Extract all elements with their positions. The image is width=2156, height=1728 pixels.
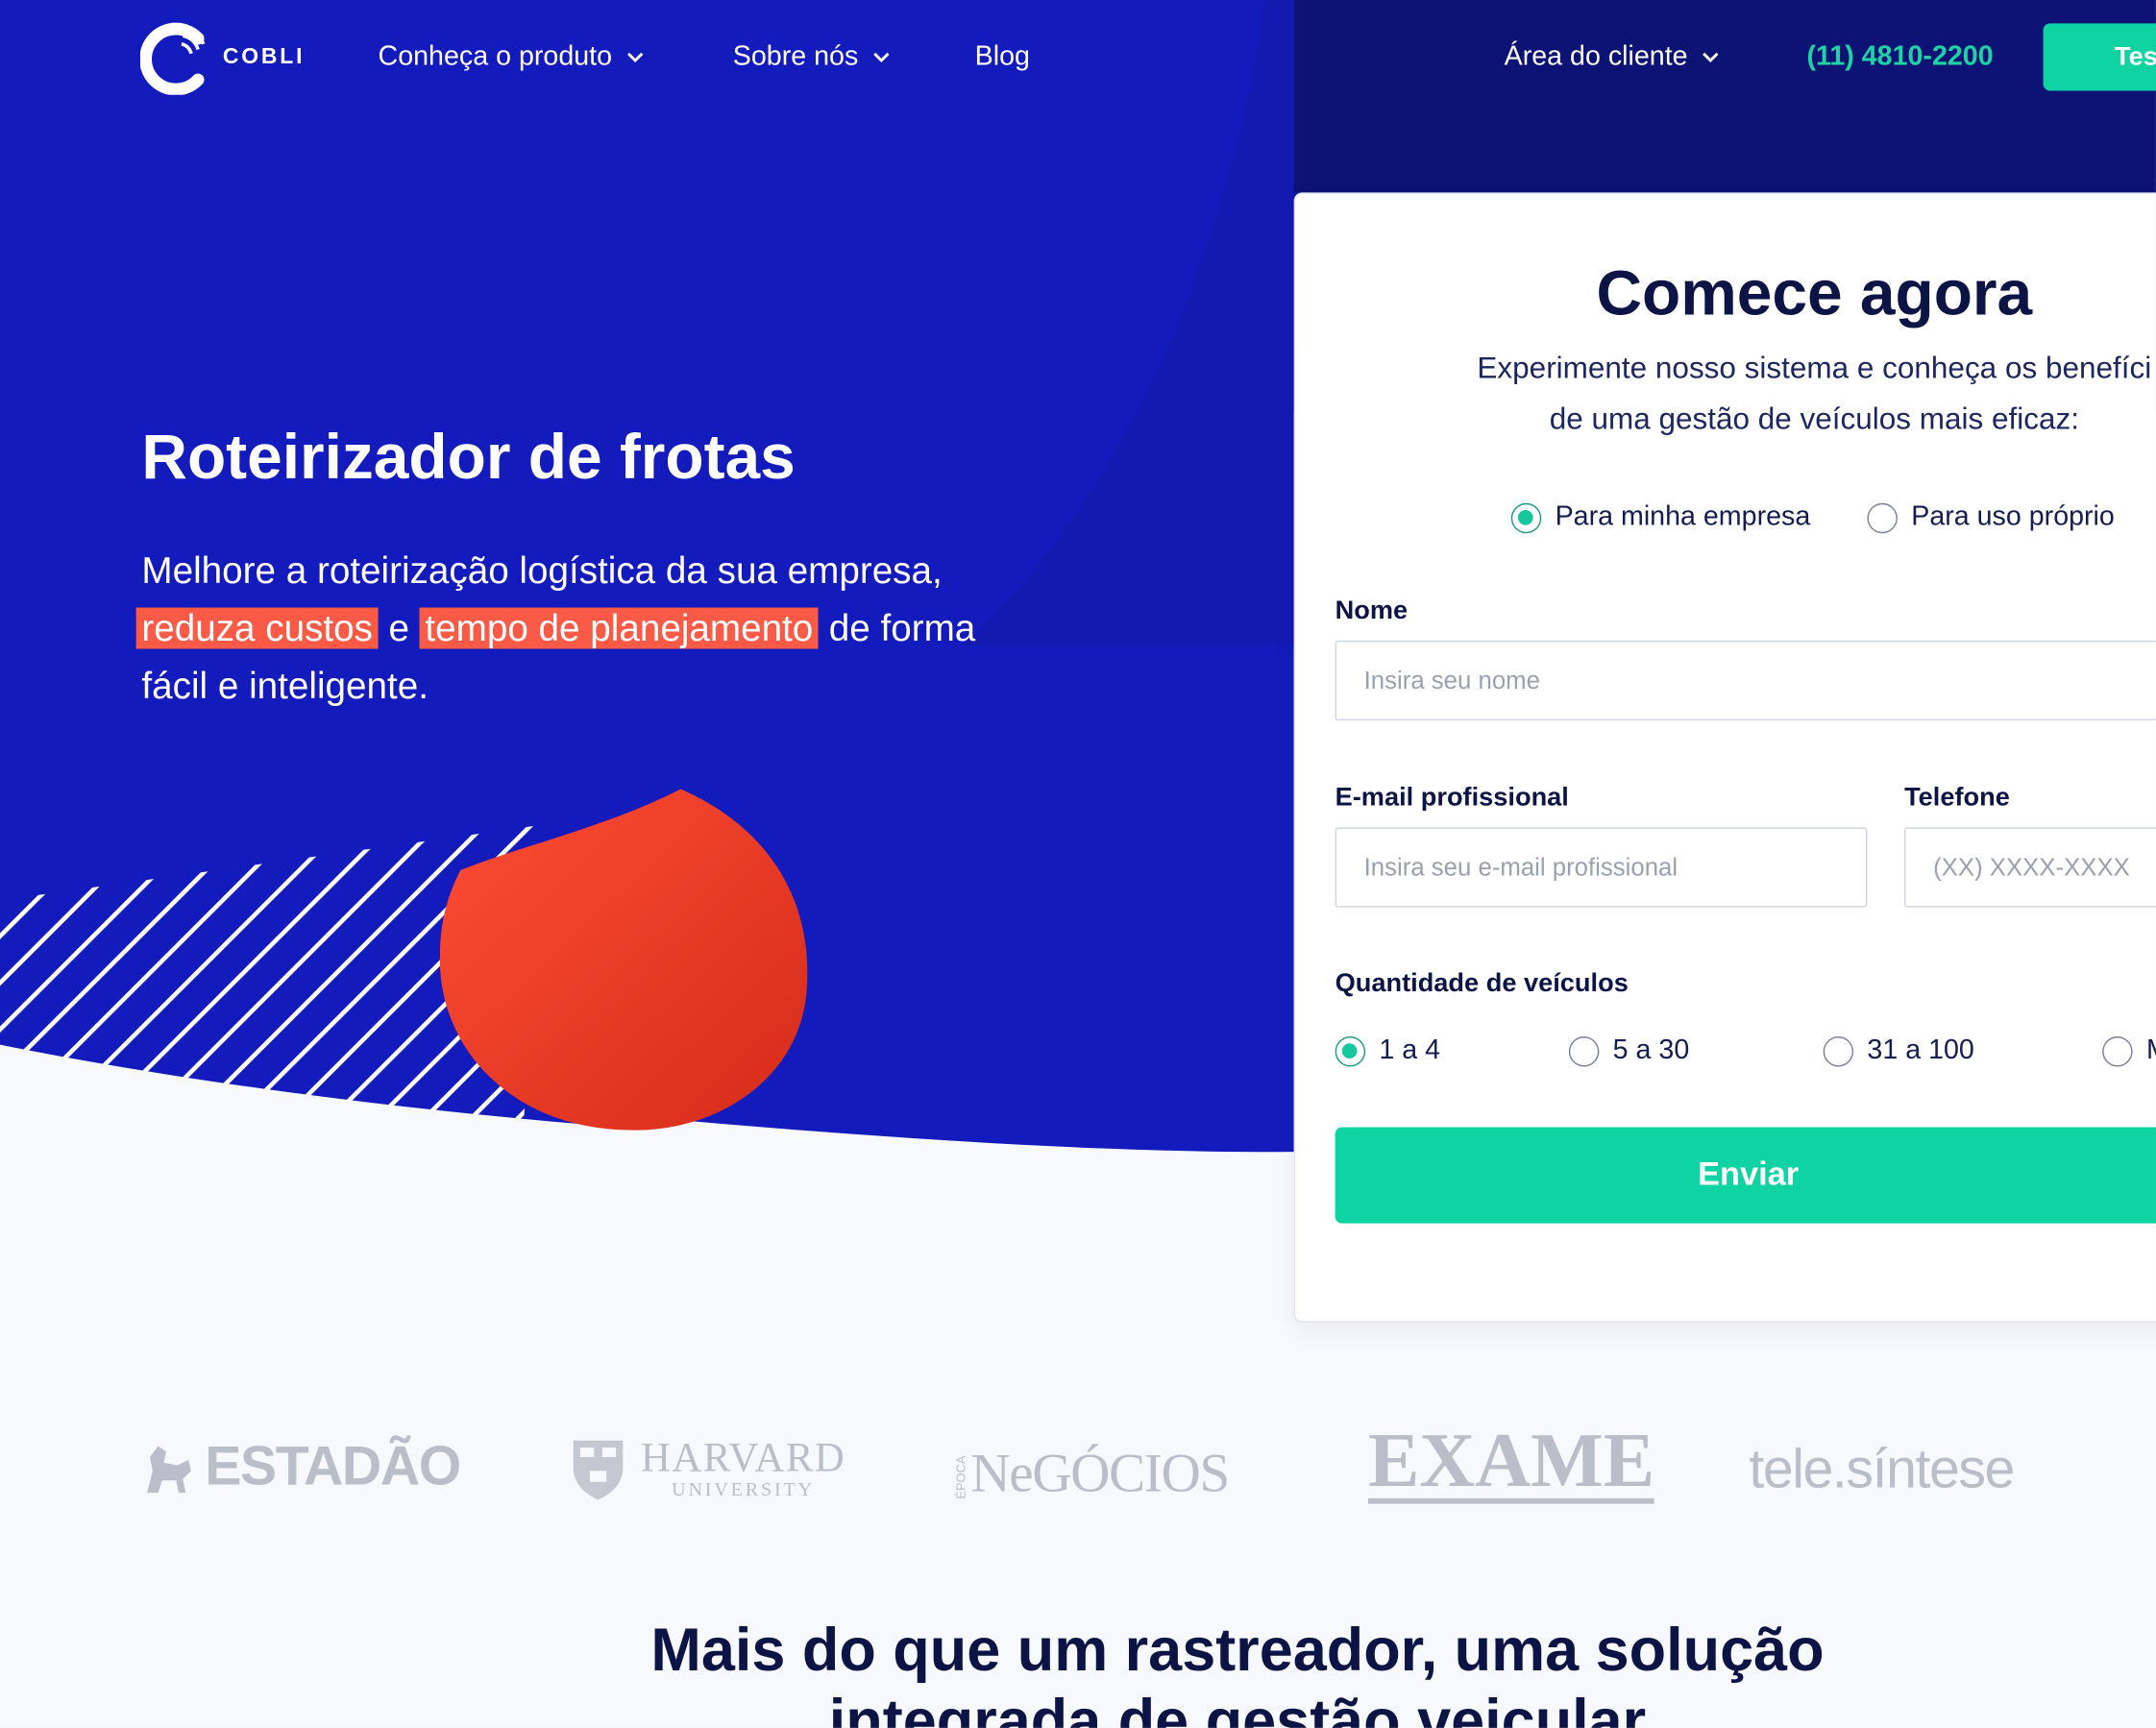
nav-product[interactable]: Conheça o produto	[379, 41, 646, 73]
hero-title: Roteirizador de frotas	[141, 420, 796, 493]
logo-harvard: HARVARD UNIVERSITY	[572, 1435, 846, 1501]
radio-vehicles-more-icon	[2102, 1035, 2133, 1066]
name-label: Nome	[1335, 596, 1409, 626]
highlight-reduce-costs: reduza custos	[135, 607, 379, 649]
radio-vehicles-31-100-icon	[1823, 1035, 1854, 1066]
section-title-line-2: integrada de gestão veicular	[828, 1688, 1647, 1728]
brand-name: COBLI	[222, 44, 306, 68]
nav-about[interactable]: Sobre nós	[733, 41, 892, 73]
signup-form-card: Comece agora Experimente nosso sistema e…	[1293, 192, 2156, 1323]
hero-line-3: fácil e inteligente.	[141, 665, 429, 707]
form-title: Comece agora	[1596, 256, 2033, 329]
form-description-line-2: de uma gestão de veículos mais eficaz:	[1549, 401, 2079, 436]
nav-client-area[interactable]: Área do cliente	[1505, 41, 1721, 73]
radio-vehicles-more[interactable]: M	[2102, 1035, 2156, 1067]
nav-cta-button[interactable]: Tes	[2043, 23, 2156, 91]
logo-estadao: ESTADÃO	[141, 1436, 461, 1497]
logo-negocios-text: NeGÓCIOS	[970, 1442, 1230, 1504]
nav-client-area-label: Área do cliente	[1504, 40, 1688, 72]
logo-estadao-text: ESTADÃO	[205, 1436, 461, 1497]
section-title-line-1: Mais do que um rastreador, uma solução	[650, 1616, 1825, 1685]
radio-company-selected-icon	[1510, 502, 1542, 533]
hero-tail: de forma	[828, 607, 976, 649]
name-input[interactable]	[1335, 640, 2156, 720]
radio-vehicles-5-30-label: 5 a 30	[1612, 1034, 1690, 1066]
nav-blog[interactable]: Blog	[975, 41, 1030, 73]
radio-vehicles-31-100[interactable]: 31 a 100	[1823, 1034, 1974, 1067]
hero-subtitle: Melhore a roteirização logística da sua …	[135, 542, 1076, 715]
nav-blog-label: Blog	[974, 40, 1030, 72]
page: COBLI Conheça o produto Sobre nós Blog Á…	[0, 0, 2156, 1728]
form-description: Experimente nosso sistema e conheça os b…	[1406, 342, 2156, 444]
radio-personal[interactable]: Para uso próprio	[1867, 501, 2115, 533]
highlight-planning-time: tempo de planejamento	[419, 607, 820, 649]
radio-personal-label: Para uso próprio	[1911, 501, 2115, 532]
hero-and: e	[388, 607, 409, 649]
radio-vehicles-1-4-label: 1 a 4	[1379, 1034, 1441, 1066]
logo-telesintese: tele.síntese	[1749, 1439, 2015, 1500]
radio-vehicles-5-30-icon	[1568, 1035, 1600, 1066]
logo-epoca-negocios: ÉPOCA NeGÓCIOS	[954, 1441, 1230, 1505]
horse-icon	[147, 1445, 191, 1493]
hero-line-1: Melhore a roteirização logística da sua …	[141, 549, 943, 592]
brand-logo[interactable]: COBLI	[139, 19, 306, 95]
harvard-shield-icon	[573, 1440, 624, 1500]
logo-harvard-name: HARVARD	[640, 1435, 846, 1481]
nav-about-label: Sobre nós	[732, 40, 859, 72]
radio-personal-icon	[1867, 502, 1898, 533]
cobli-logo-icon	[139, 22, 206, 95]
radio-vehicles-31-100-label: 31 a 100	[1867, 1034, 1974, 1066]
email-label: E-mail profissional	[1335, 783, 1569, 813]
email-input[interactable]	[1335, 827, 1868, 908]
logo-epoca-small: ÉPOCA	[954, 1456, 968, 1500]
radio-company-label: Para minha empresa	[1555, 501, 1811, 532]
nav-product-label: Conheça o produto	[378, 40, 613, 72]
radio-vehicles-1-4[interactable]: 1 a 4	[1335, 1035, 1440, 1067]
submit-button[interactable]: Enviar	[1335, 1127, 2156, 1224]
radio-vehicles-more-label: M	[2146, 1035, 2156, 1067]
radio-vehicles-1-4-selected-icon	[1335, 1035, 1366, 1066]
phone-label: Telefone	[1904, 783, 2010, 813]
form-description-line-1: Experimente nosso sistema e conheça os b…	[1477, 350, 2152, 385]
logo-harvard-sub: UNIVERSITY	[672, 1480, 815, 1501]
phone-input[interactable]	[1904, 827, 2156, 908]
chevron-down-icon	[873, 52, 890, 62]
section-title: Mais do que um rastreador, uma solução i…	[0, 1616, 2156, 1728]
radio-company[interactable]: Para minha empresa	[1510, 501, 1811, 533]
logo-harvard-text: HARVARD UNIVERSITY	[640, 1435, 846, 1501]
radio-vehicles-5-30[interactable]: 5 a 30	[1568, 1034, 1690, 1067]
chevron-down-icon	[627, 52, 644, 62]
chevron-down-icon	[1703, 52, 1720, 62]
logo-exame: EXAME	[1367, 1418, 1655, 1504]
nav-phone-link[interactable]: (11) 4810-2200	[1806, 41, 1993, 73]
vehicles-label: Quantidade de veículos	[1335, 968, 1629, 998]
